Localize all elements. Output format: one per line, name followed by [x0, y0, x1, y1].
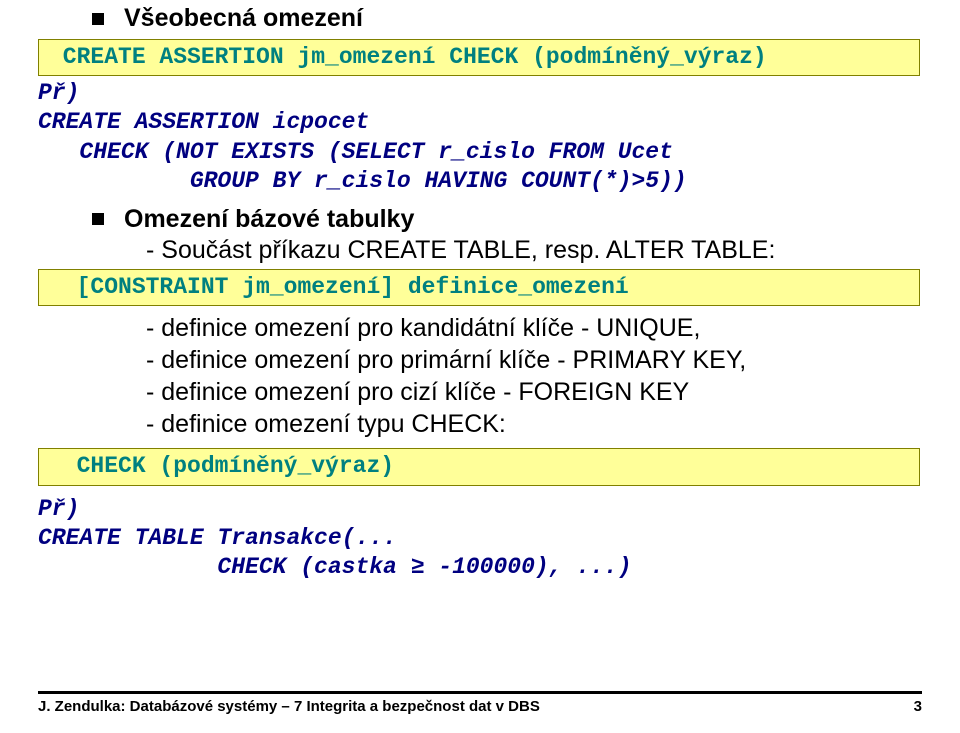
section2-heading: Omezení bázové tabulky: [92, 205, 922, 234]
section1-code: CREATE ASSERTION jm_omezení CHECK (podmí…: [49, 44, 909, 70]
bullet-square-icon: [92, 213, 104, 225]
section2-dash-line: - Součást příkazu CREATE TABLE, resp. AL…: [146, 236, 922, 265]
section2-code: [CONSTRAINT jm_omezení] definice_omezení: [49, 274, 909, 300]
document-page: Všeobecná omezení CREATE ASSERTION jm_om…: [0, 4, 960, 733]
example-body-2: CREATE TABLE Transakce(... CHECK (castka…: [38, 524, 922, 583]
section2-title: Omezení bázové tabulky: [124, 205, 414, 234]
section1-codebox: CREATE ASSERTION jm_omezení CHECK (podmí…: [38, 39, 920, 76]
definition-list: - definice omezení pro kandidátní klíče …: [146, 312, 922, 440]
bullet-square-icon: [92, 13, 104, 25]
example-body-1: CREATE ASSERTION icpocet CHECK (NOT EXIS…: [38, 108, 922, 196]
section1-heading: Všeobecná omezení: [92, 4, 922, 33]
footer-row: J. Zendulka: Databázové systémy – 7 Inte…: [38, 698, 922, 715]
section1-title: Všeobecná omezení: [124, 4, 363, 33]
example-label-2: Př): [38, 496, 922, 522]
footer-divider: [38, 691, 922, 694]
page-number: 3: [914, 698, 922, 715]
page-footer: J. Zendulka: Databázové systémy – 7 Inte…: [38, 691, 922, 715]
footer-text: J. Zendulka: Databázové systémy – 7 Inte…: [38, 698, 540, 715]
section2-codebox2: CHECK (podmíněný_výraz): [38, 448, 920, 485]
section2-code2: CHECK (podmíněný_výraz): [49, 453, 909, 479]
section2-codebox: [CONSTRAINT jm_omezení] definice_omezení: [38, 269, 920, 306]
example-label-1: Př): [38, 80, 922, 106]
